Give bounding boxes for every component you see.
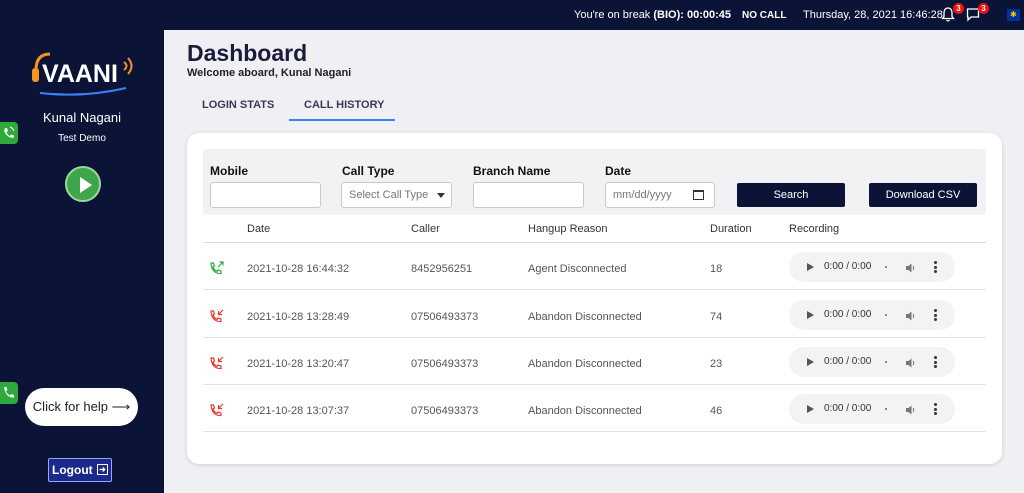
audio-progress[interactable] (885, 266, 887, 268)
volume-icon[interactable] (905, 356, 917, 368)
break-code: (BIO): (653, 9, 684, 21)
table-row: 2021-10-28 13:07:37 07506493373 Abandon … (203, 385, 986, 432)
caller-number: 8452956251 (411, 263, 473, 275)
more-options-icon[interactable] (934, 261, 937, 273)
call-type-label: Call Type (342, 164, 395, 178)
arrow-right-icon: ⟶ (111, 399, 131, 414)
caller-number: 07506493373 (411, 311, 479, 323)
recording-player[interactable]: 0:00 / 0:00 (789, 300, 955, 330)
branch-name-input[interactable] (473, 182, 584, 208)
mobile-label: Mobile (210, 164, 248, 178)
call-status: NO CALL (742, 10, 787, 21)
user-subtitle: Test Demo (58, 133, 106, 144)
call-date: 2021-10-28 13:28:49 (247, 311, 350, 323)
logout-label: Logout (52, 463, 93, 477)
call-duration: 18 (710, 263, 723, 275)
filter-bar: Mobile Call Type Select Call Type Branch… (203, 149, 986, 215)
call-date: 2021-10-28 16:44:32 (247, 263, 350, 275)
date-placeholder: mm/dd/yyyy (613, 189, 672, 201)
recording-player[interactable]: 0:00 / 0:00 (789, 252, 955, 282)
hangup-reason: Abandon Disconnected (528, 358, 642, 370)
table-row: 2021-10-28 16:44:32 8452956251 Agent Dis… (203, 243, 986, 290)
tab-call-history[interactable]: CALL HISTORY (304, 99, 384, 111)
column-header-caller: Caller (411, 223, 440, 235)
missed-call-icon (209, 355, 225, 371)
date-input[interactable]: mm/dd/yyyy (605, 182, 715, 208)
notifications-bell-icon[interactable]: 3 (941, 3, 964, 23)
search-button[interactable]: Search (737, 183, 845, 207)
audio-progress[interactable] (885, 361, 887, 363)
help-button[interactable]: Click for help ⟶ (25, 388, 138, 426)
mobile-input[interactable] (210, 182, 321, 208)
volume-icon[interactable] (905, 309, 917, 321)
eu-flag-icon[interactable]: ✱ (1007, 9, 1020, 21)
column-header-recording: Recording (789, 223, 840, 235)
call-duration: 74 (710, 311, 723, 323)
break-timer: 00:00:45 (686, 9, 732, 21)
call-duration: 23 (710, 358, 723, 370)
audio-play-icon[interactable] (807, 358, 814, 366)
audio-progress[interactable] (885, 408, 887, 410)
calendar-icon[interactable] (693, 190, 704, 200)
column-header-duration: Duration (710, 223, 752, 235)
tab-login-stats[interactable]: LOGIN STATS (202, 99, 274, 111)
sidebar: VAANI Kunal Nagani Test Demo Click for h… (0, 30, 164, 493)
logo-text: VAANI (42, 60, 118, 88)
call-history-card: Mobile Call Type Select Call Type Branch… (187, 133, 1002, 464)
messages-icon[interactable]: 3 (966, 3, 989, 23)
break-status: You're on break (BIO): 00:00:45 (574, 9, 731, 21)
outgoing-call-icon (209, 260, 225, 276)
audio-play-icon[interactable] (807, 405, 814, 413)
table-row: 2021-10-28 13:28:49 07506493373 Abandon … (203, 291, 986, 338)
missed-call-icon (209, 402, 225, 418)
start-play-button[interactable] (65, 166, 101, 202)
table-row: 2021-10-28 13:20:47 07506493373 Abandon … (203, 338, 986, 385)
audio-time: 0:00 / 0:00 (824, 356, 872, 367)
more-options-icon[interactable] (934, 403, 937, 415)
logout-icon: ➜ (97, 464, 108, 475)
hangup-reason: Abandon Disconnected (528, 311, 642, 323)
vaani-logo: VAANI (28, 48, 138, 98)
phone-tab[interactable] (0, 382, 18, 404)
call-date: 2021-10-28 13:07:37 (247, 405, 350, 417)
date-label: Date (605, 164, 632, 178)
column-header-hangup-reason: Hangup Reason (528, 223, 608, 235)
call-date: 2021-10-28 13:20:47 (247, 358, 350, 370)
current-datetime: Thursday, 28, 2021 16:46:28 (803, 9, 943, 21)
more-options-icon[interactable] (934, 309, 937, 321)
break-status-text: You're on break (574, 9, 651, 21)
audio-time: 0:00 / 0:00 (824, 403, 872, 414)
hangup-reason: Agent Disconnected (528, 263, 627, 275)
notification-count-badge: 3 (953, 3, 964, 14)
audio-play-icon[interactable] (807, 263, 814, 271)
caller-number: 07506493373 (411, 405, 479, 417)
welcome-text: Welcome aboard, Kunal Nagani (187, 67, 352, 79)
download-csv-button[interactable]: Download CSV (869, 183, 977, 207)
logout-button[interactable]: Logout ➜ (48, 458, 112, 482)
call-type-select[interactable]: Select Call Type (341, 182, 452, 208)
branch-name-label: Branch Name (473, 164, 551, 178)
recording-player[interactable]: 0:00 / 0:00 (789, 394, 955, 424)
missed-call-icon (209, 308, 225, 324)
recording-player[interactable]: 0:00 / 0:00 (789, 347, 955, 377)
phone-ring-tab[interactable] (0, 122, 18, 144)
audio-time: 0:00 / 0:00 (824, 261, 872, 272)
user-name: Kunal Nagani (42, 110, 122, 125)
caller-number: 07506493373 (411, 358, 479, 370)
audio-play-icon[interactable] (807, 311, 814, 319)
call-type-placeholder: Select Call Type (349, 189, 429, 201)
top-bar: You're on break (BIO): 00:00:45 NO CALL … (0, 0, 1024, 30)
active-tab-indicator (289, 119, 395, 121)
audio-time: 0:00 / 0:00 (824, 309, 872, 320)
call-duration: 46 (710, 405, 723, 417)
hangup-reason: Abandon Disconnected (528, 405, 642, 417)
more-options-icon[interactable] (934, 356, 937, 368)
column-header-date: Date (247, 223, 271, 235)
volume-icon[interactable] (905, 261, 917, 273)
message-count-badge: 3 (978, 3, 989, 14)
volume-icon[interactable] (905, 403, 917, 415)
help-label: Click for help (32, 399, 108, 414)
page-title: Dashboard (187, 40, 308, 66)
audio-progress[interactable] (885, 314, 887, 316)
